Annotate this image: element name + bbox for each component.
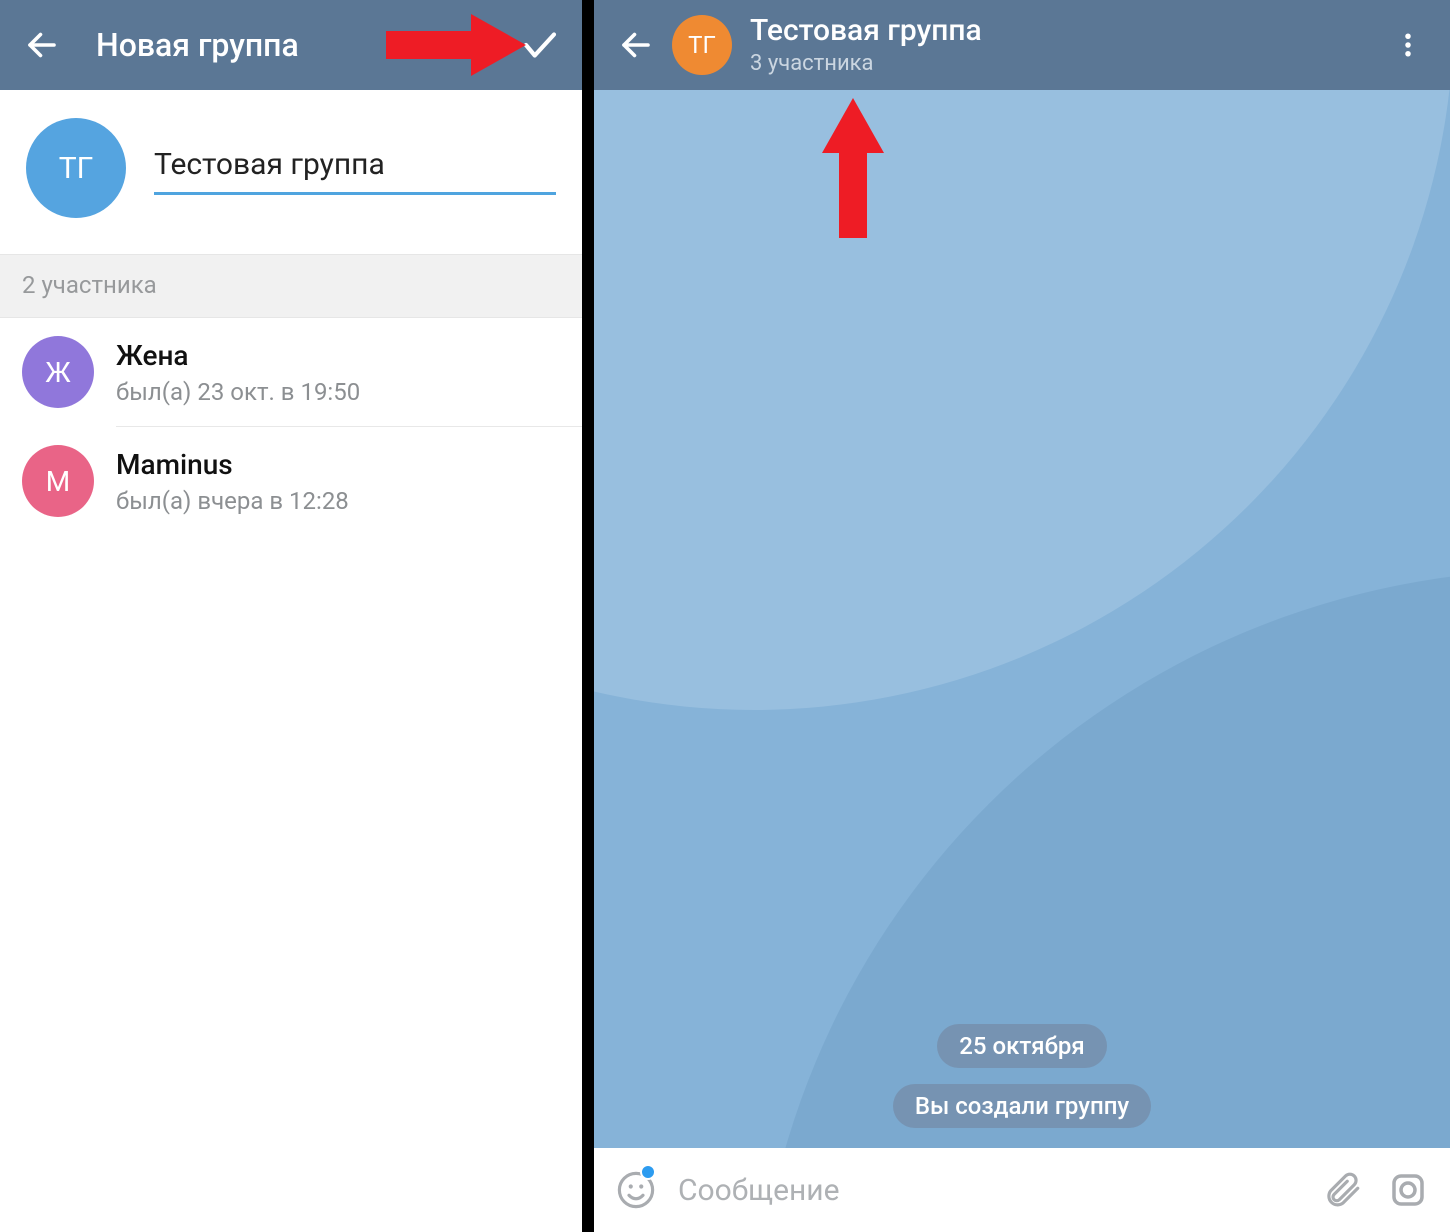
chat-messages: 25 октября Вы создали группу — [594, 1024, 1450, 1128]
member-row[interactable]: Ж Жена был(а) 23 окт. в 19:50 — [0, 318, 582, 426]
microphone-button[interactable] — [1384, 1166, 1432, 1214]
paperclip-icon — [1321, 1169, 1363, 1211]
back-button[interactable] — [612, 21, 660, 69]
topbar-right: ТГ Тестовая группа 3 участника — [594, 0, 1450, 90]
compose-bar: Сообщение — [594, 1148, 1450, 1232]
message-input[interactable]: Сообщение — [678, 1173, 1300, 1208]
chat-subtitle: 3 участника — [750, 51, 982, 76]
group-avatar[interactable]: ТГ — [26, 118, 126, 218]
members-list: Ж Жена был(а) 23 окт. в 19:50 M Maminus был(а… — [0, 318, 582, 535]
emoji-button[interactable] — [612, 1166, 660, 1214]
page-title: Новая группа — [96, 26, 299, 64]
member-name: Жена — [116, 339, 360, 372]
member-status: был(а) 23 окт. в 19:50 — [116, 378, 360, 406]
member-status: был(а) вчера в 12:28 — [116, 487, 349, 515]
more-vertical-icon — [1393, 30, 1423, 60]
system-bubble: Вы создали группу — [893, 1084, 1151, 1128]
topbar-left: Новая группа — [0, 0, 582, 90]
pane-chat: ТГ Тестовая группа 3 участника 25 октябр… — [594, 0, 1450, 1232]
emoji-notification-dot — [640, 1164, 656, 1180]
chat-title: Тестовая группа — [750, 14, 982, 47]
arrow-left-icon — [24, 27, 60, 63]
member-name: Maminus — [116, 448, 349, 481]
date-bubble: 25 октября — [937, 1024, 1106, 1068]
arrow-left-icon — [618, 27, 654, 63]
member-avatar: Ж — [22, 336, 94, 408]
back-button[interactable] — [18, 21, 66, 69]
pane-new-group: Новая группа ТГ 2 участника Ж Жена был(а) … — [0, 0, 594, 1232]
members-count-header: 2 участника — [0, 254, 582, 318]
chat-avatar-initials: ТГ — [688, 31, 716, 59]
more-button[interactable] — [1384, 21, 1432, 69]
attach-button[interactable] — [1318, 1166, 1366, 1214]
chat-header-info[interactable]: ТГ Тестовая группа 3 участника — [672, 14, 1384, 76]
chat-background[interactable]: 25 октября Вы создали группу — [594, 90, 1450, 1148]
member-avatar: M — [22, 445, 94, 517]
group-name-section: ТГ — [0, 90, 582, 254]
group-name-input[interactable] — [154, 141, 556, 195]
chat-avatar: ТГ — [672, 15, 732, 75]
check-icon — [519, 24, 561, 66]
record-icon — [1387, 1169, 1429, 1211]
confirm-button[interactable] — [516, 21, 564, 69]
group-avatar-initials: ТГ — [59, 151, 94, 186]
member-row[interactable]: M Maminus был(а) вчера в 12:28 — [0, 427, 582, 535]
